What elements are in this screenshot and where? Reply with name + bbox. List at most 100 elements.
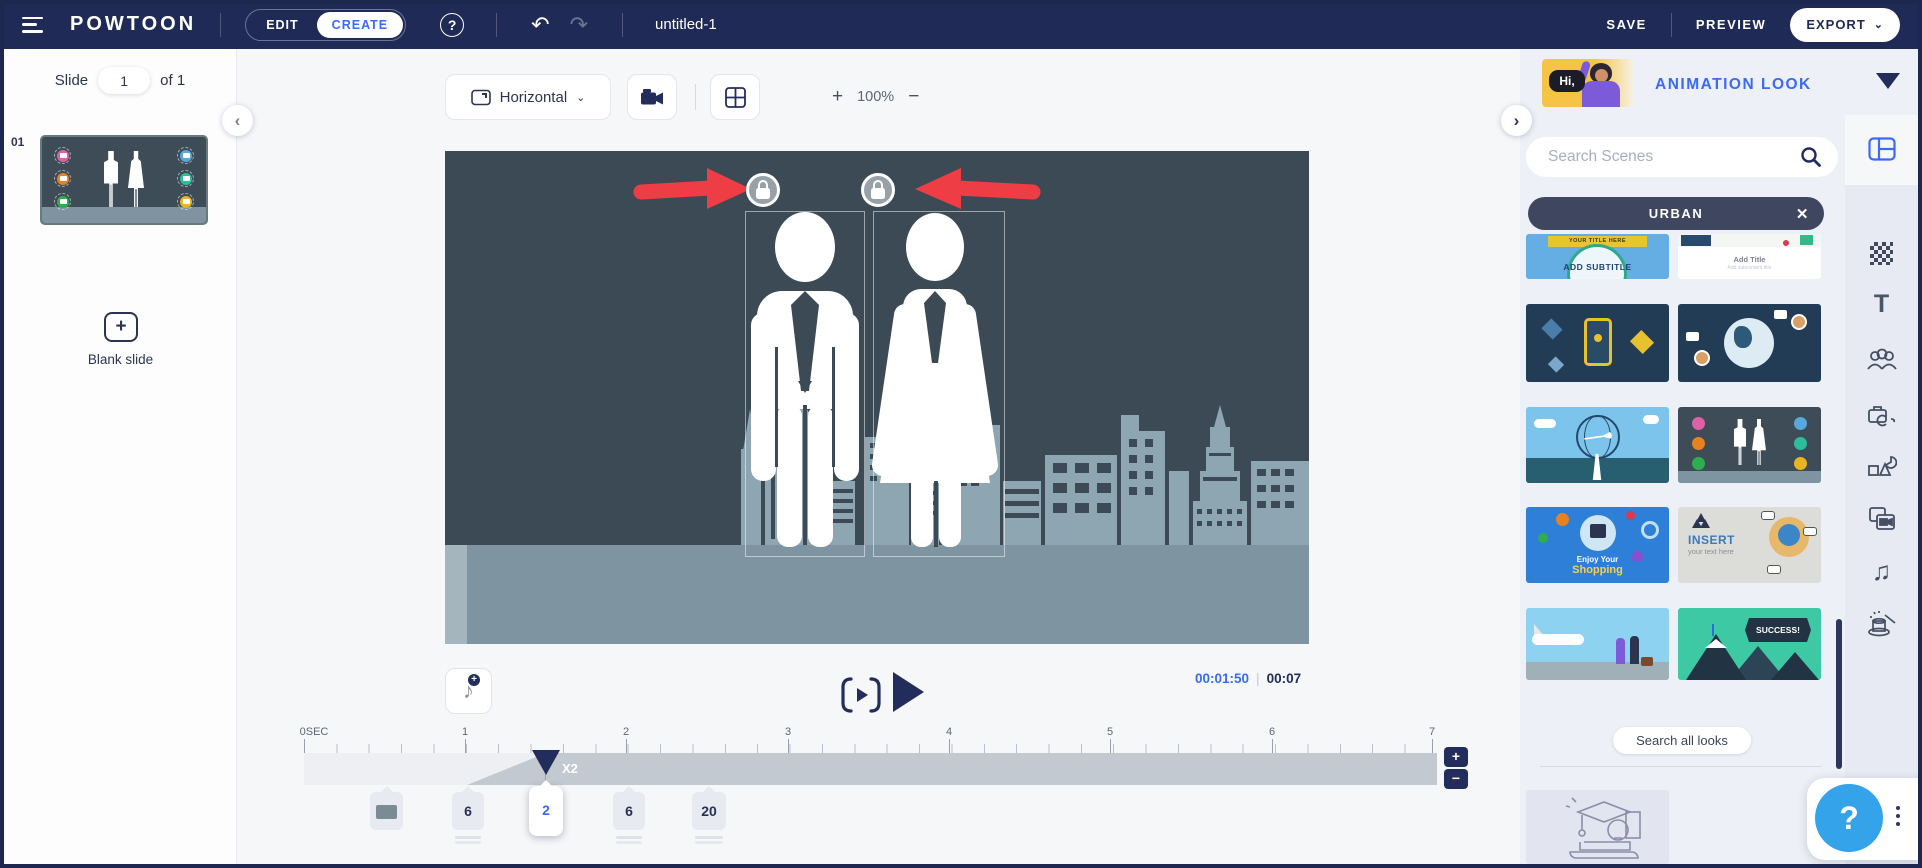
grid-button[interactable] — [710, 74, 760, 120]
asset-icon-strip: T ♫ — [1845, 115, 1918, 864]
look-thumb-enjoy-shopping[interactable]: Enjoy Your Shopping — [1526, 507, 1669, 583]
lock-icon-man[interactable] — [746, 173, 780, 207]
timeline-zoom-out-button[interactable]: − — [1444, 769, 1468, 789]
edit-create-toggle[interactable]: EDIT CREATE — [245, 8, 407, 41]
divider — [220, 12, 222, 37]
slide-canvas[interactable] — [445, 151, 1309, 644]
thumb-icon-blue — [177, 147, 194, 164]
look-thumb-add-title[interactable]: Add Title Add subcontent title — [1678, 234, 1821, 279]
thumb-icon-yellow — [177, 193, 194, 210]
look-thumb-success[interactable]: SUCCESS! — [1678, 608, 1821, 680]
zoom-out-button[interactable]: − — [908, 86, 919, 108]
sidebar-item-props[interactable] — [1845, 389, 1918, 441]
ruler-label-4: 4 — [945, 726, 953, 738]
hamburger-menu-icon[interactable] — [22, 16, 44, 33]
timeline-zoom-buttons: + − — [1444, 747, 1468, 789]
orientation-label: Horizontal — [499, 88, 568, 106]
sidebar-item-shapes[interactable] — [1845, 441, 1918, 493]
current-time: 00:01:50 — [1195, 671, 1250, 686]
look-thumb-title-globe[interactable]: YOUR TITLE HERE ADD SUBTITLE — [1526, 234, 1669, 279]
search-scenes-input[interactable]: Search Scenes — [1526, 137, 1838, 177]
look-thumb-insert-text[interactable]: INSERT your text here — [1678, 507, 1821, 583]
search-placeholder: Search Scenes — [1548, 148, 1654, 165]
look-thumb-mobile-app[interactable] — [1526, 304, 1669, 382]
playhead-handle[interactable] — [532, 750, 560, 775]
edit-mode-button[interactable]: EDIT — [248, 18, 316, 32]
timeline-marker-1[interactable]: 6 — [452, 786, 484, 839]
add-blank-slide-button[interactable]: + — [104, 312, 138, 342]
look-thumb-airport[interactable] — [1526, 608, 1669, 680]
sidebar-item-text[interactable]: T — [1845, 278, 1918, 330]
timeline-marker-4[interactable]: 20 — [692, 786, 726, 839]
sidebar-item-backgrounds[interactable] — [1845, 227, 1918, 279]
ruler-label-7: 7 — [1428, 726, 1436, 738]
look-thumb-education-sketch[interactable] — [1526, 790, 1669, 864]
add-music-button[interactable]: ♪ + — [445, 668, 492, 714]
lock-icon-woman[interactable] — [861, 173, 895, 207]
save-button[interactable]: SAVE — [1606, 17, 1646, 32]
timeline-zoom-in-button[interactable]: + — [1444, 747, 1468, 767]
thumb-icon-pink — [54, 147, 71, 164]
redo-icon[interactable]: ↷ — [570, 12, 588, 38]
divider — [622, 12, 624, 37]
preview-button[interactable]: PREVIEW — [1696, 17, 1766, 32]
thumb-add-title-sub: Add subcontent title — [1727, 265, 1772, 271]
ruler-label-5: 5 — [1106, 726, 1114, 738]
panel-dropdown-caret[interactable] — [1876, 73, 1900, 89]
sidebar-item-sound[interactable]: ♫ — [1845, 545, 1918, 597]
blank-slide-label: Blank slide — [87, 352, 154, 367]
document-title[interactable]: untitled-1 — [655, 16, 717, 33]
backgrounds-icon — [1870, 241, 1893, 265]
export-label: EXPORT — [1806, 17, 1866, 32]
timeline-track[interactable]: X2 + − — [304, 747, 1468, 789]
create-mode-button[interactable]: CREATE — [316, 11, 404, 38]
help-icon[interactable]: ? — [440, 12, 465, 37]
slide-number-input[interactable]: 1 — [98, 67, 151, 94]
sidebar-item-media[interactable] — [1845, 493, 1918, 545]
zoom-in-button[interactable]: + — [832, 86, 843, 108]
camera-button[interactable] — [627, 74, 677, 120]
ruler-label-1: 1 — [461, 726, 469, 738]
slide-thumbnail[interactable] — [40, 135, 208, 225]
look-thumb-urban-couple[interactable] — [1678, 407, 1821, 483]
timeline-marker-3[interactable]: 6 — [613, 786, 645, 839]
look-thumb-global-network[interactable] — [1678, 304, 1821, 382]
thumb-subtitle-text: ADD SUBTITLE — [1563, 262, 1632, 272]
props-icon — [1867, 406, 1895, 427]
man-selection-box[interactable] — [745, 211, 865, 557]
collapse-right-panel-button[interactable]: › — [1501, 105, 1532, 136]
sidebar-item-characters[interactable] — [1845, 333, 1918, 385]
play-from-here-button[interactable] — [840, 677, 882, 713]
play-button[interactable] — [893, 672, 924, 712]
powtoon-editor-window: POWTOON EDIT CREATE ? ↶ ↷ untitled-1 SAV… — [0, 0, 1922, 868]
divider — [496, 12, 498, 37]
slide-total: of 1 — [160, 72, 186, 89]
sidebar-item-specials[interactable] — [1845, 597, 1918, 649]
undo-icon[interactable]: ↶ — [531, 12, 549, 38]
timeline-marker-scene[interactable] — [370, 786, 403, 830]
shapes-icon — [1867, 456, 1897, 476]
look-thumb-travel-globe[interactable] — [1526, 407, 1669, 483]
look-avatar[interactable]: Hi, — [1542, 59, 1634, 107]
ruler-label-2: 2 — [622, 726, 630, 738]
export-button[interactable]: EXPORT ⌄ — [1790, 7, 1900, 42]
urban-filter-tag[interactable]: URBAN ✕ — [1528, 197, 1824, 230]
filter-tag-label: URBAN — [1648, 206, 1704, 221]
sidebar-item-scenes[interactable] — [1845, 123, 1918, 175]
timeline-marker-2-selected[interactable]: 2 — [529, 780, 563, 836]
help-button[interactable]: ? — [1815, 784, 1883, 852]
collapse-left-panel-button[interactable]: ‹ — [222, 105, 253, 136]
panel-scrollbar[interactable] — [1836, 619, 1842, 769]
kebab-menu-icon[interactable] — [1896, 806, 1900, 826]
thumb-add-title-text: Add Title — [1733, 255, 1766, 264]
timeline-ruler-ticks — [304, 739, 1437, 753]
close-icon[interactable]: ✕ — [1796, 205, 1810, 223]
divider — [1540, 766, 1822, 767]
animation-look-header: Hi, ANIMATION LOOK — [1520, 49, 1918, 115]
search-icon[interactable] — [1800, 146, 1822, 168]
search-all-looks-button[interactable]: Search all looks — [1613, 727, 1751, 754]
woman-selection-box[interactable] — [873, 211, 1005, 557]
orientation-dropdown[interactable]: Horizontal ⌄ — [445, 74, 611, 120]
sound-icon: ♫ — [1871, 555, 1892, 586]
powtoon-logo: POWTOON — [70, 13, 197, 35]
